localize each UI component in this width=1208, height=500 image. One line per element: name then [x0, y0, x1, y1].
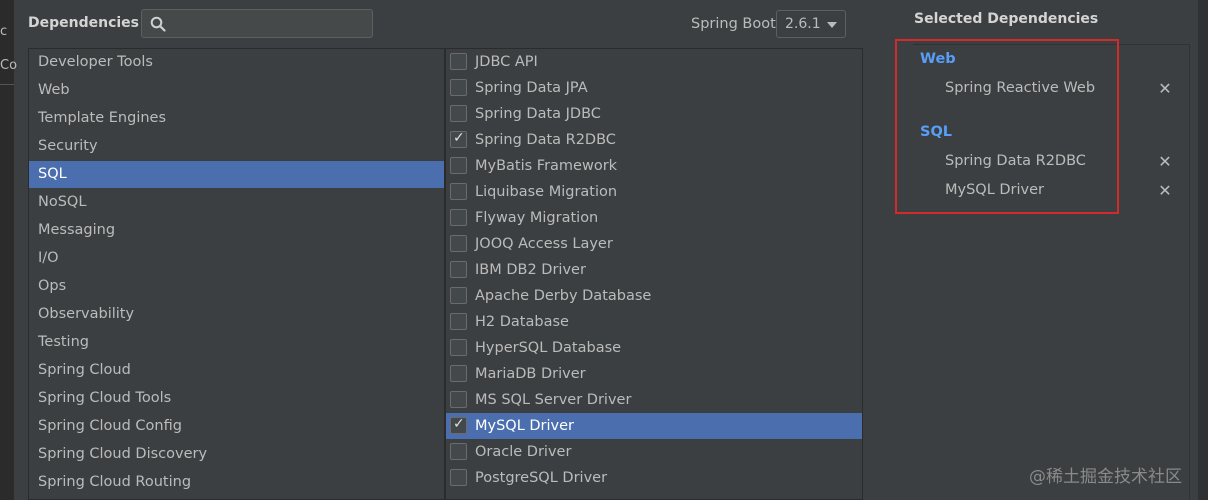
selected-dependencies-title: Selected Dependencies	[914, 11, 1099, 27]
dependency-item[interactable]: ✓ Spring Data R2DBC	[446, 127, 862, 153]
dependency-item[interactable]: MariaDB Driver	[446, 361, 862, 387]
checkbox[interactable]	[450, 209, 467, 226]
dependency-label: HyperSQL Database	[475, 340, 622, 356]
checkbox-checked[interactable]: ✓	[450, 130, 467, 148]
checkbox[interactable]	[450, 157, 467, 174]
category-item[interactable]: Spring Cloud	[29, 357, 444, 384]
dependency-item[interactable]: H2 Database	[446, 309, 862, 335]
edge-text: c	[0, 24, 8, 39]
dependency-item[interactable]: PostgreSQL Driver	[446, 465, 862, 491]
checkbox[interactable]	[450, 53, 467, 70]
highlight-box	[895, 39, 1119, 214]
dependency-label: Spring Data JPA	[475, 80, 588, 96]
watermark: @稀土掘金技术社区	[1029, 467, 1182, 487]
category-item[interactable]: Testing	[29, 329, 444, 356]
category-item[interactable]: Spring Cloud Routing	[29, 469, 444, 496]
left-edge-strip: c Co	[0, 0, 18, 500]
dependency-label: Spring Data R2DBC	[475, 132, 616, 148]
category-item[interactable]: NoSQL	[29, 189, 444, 216]
checkbox[interactable]	[450, 313, 467, 330]
checkbox[interactable]	[450, 79, 467, 96]
category-item[interactable]: Web	[29, 77, 444, 104]
category-item[interactable]: Developer Tools	[29, 49, 444, 76]
dependency-label: Flyway Migration	[475, 210, 599, 226]
checkbox[interactable]	[450, 287, 467, 304]
dependency-item[interactable]: Spring Data JPA	[446, 75, 862, 101]
checkbox[interactable]	[450, 469, 467, 486]
edge-text: Co	[0, 58, 18, 73]
dependency-label: MariaDB Driver	[475, 366, 586, 382]
dependency-item[interactable]: MS SQL Server Driver	[446, 387, 862, 413]
spring-boot-label: Spring Boot	[691, 16, 776, 32]
category-list: Developer Tools Web Template Engines Securi…	[28, 48, 445, 500]
dependency-label: Oracle Driver	[475, 444, 572, 460]
category-item[interactable]: Messaging	[29, 217, 444, 244]
category-item[interactable]: SQL	[29, 161, 444, 188]
dependency-label: MySQL Driver	[475, 418, 575, 434]
checkbox[interactable]	[450, 235, 467, 252]
edge-divider	[0, 84, 14, 85]
category-item[interactable]: Template Engines	[29, 105, 444, 132]
remove-icon[interactable]: ✕	[1157, 183, 1173, 199]
dependency-label: IBM DB2 Driver	[475, 262, 586, 278]
checkbox[interactable]	[450, 183, 467, 200]
dependency-item[interactable]: MyBatis Framework	[446, 153, 862, 179]
right-edge-strip	[1198, 0, 1208, 500]
remove-icon[interactable]: ✕	[1157, 154, 1173, 170]
dependency-item[interactable]: IBM DB2 Driver	[446, 257, 862, 283]
search-box[interactable]	[141, 9, 373, 38]
checkbox[interactable]	[450, 261, 467, 278]
dependency-item[interactable]: Flyway Migration	[446, 205, 862, 231]
category-item[interactable]: Spring Cloud Tools	[29, 385, 444, 412]
dependency-item[interactable]: ✓ MySQL Driver	[446, 413, 862, 439]
dependency-label: MS SQL Server Driver	[475, 392, 632, 408]
dependency-label: Liquibase Migration	[475, 184, 618, 200]
dependency-label: JOOQ Access Layer	[475, 236, 613, 252]
dependencies-label: Dependencies	[28, 15, 140, 31]
checkbox[interactable]	[450, 443, 467, 460]
category-item[interactable]: Ops	[29, 273, 444, 300]
checkbox[interactable]	[450, 365, 467, 382]
dependency-item[interactable]: HyperSQL Database	[446, 335, 862, 361]
dependency-item[interactable]: Oracle Driver	[446, 439, 862, 465]
dependency-label: H2 Database	[475, 314, 569, 330]
dependency-item[interactable]: Apache Derby Database	[446, 283, 862, 309]
search-input[interactable]	[172, 13, 370, 36]
dependency-item[interactable]: JOOQ Access Layer	[446, 231, 862, 257]
category-item[interactable]: Security	[29, 133, 444, 160]
category-item[interactable]: Spring Cloud Discovery	[29, 441, 444, 468]
category-item[interactable]: Observability	[29, 301, 444, 328]
dependency-label: MyBatis Framework	[475, 158, 618, 174]
dependency-item[interactable]: Liquibase Migration	[446, 179, 862, 205]
dependency-label: JDBC API	[475, 54, 538, 70]
dependency-label: PostgreSQL Driver	[475, 470, 608, 486]
checkbox[interactable]	[450, 339, 467, 356]
checkbox[interactable]	[450, 105, 467, 122]
remove-icon[interactable]: ✕	[1157, 81, 1173, 97]
dependency-label: Spring Data JDBC	[475, 106, 601, 122]
checkbox-checked[interactable]: ✓	[450, 416, 467, 434]
dependency-list: JDBC API Spring Data JPA Spring Data JDBC ✓…	[445, 48, 863, 500]
category-item[interactable]: Spring Cloud Config	[29, 413, 444, 440]
dependency-item[interactable]: Spring Data JDBC	[446, 101, 862, 127]
spring-boot-version-select[interactable]: 2.6.1	[776, 10, 846, 38]
dependency-item[interactable]: JDBC API	[446, 49, 862, 75]
category-item[interactable]: I/O	[29, 245, 444, 272]
check-icon: ✓	[453, 416, 465, 432]
chevron-down-icon	[827, 22, 837, 28]
check-icon: ✓	[453, 130, 465, 146]
spring-boot-version-value: 2.6.1	[785, 16, 821, 32]
checkbox[interactable]	[450, 391, 467, 408]
search-icon	[150, 16, 166, 32]
dependency-label: Apache Derby Database	[475, 288, 652, 304]
